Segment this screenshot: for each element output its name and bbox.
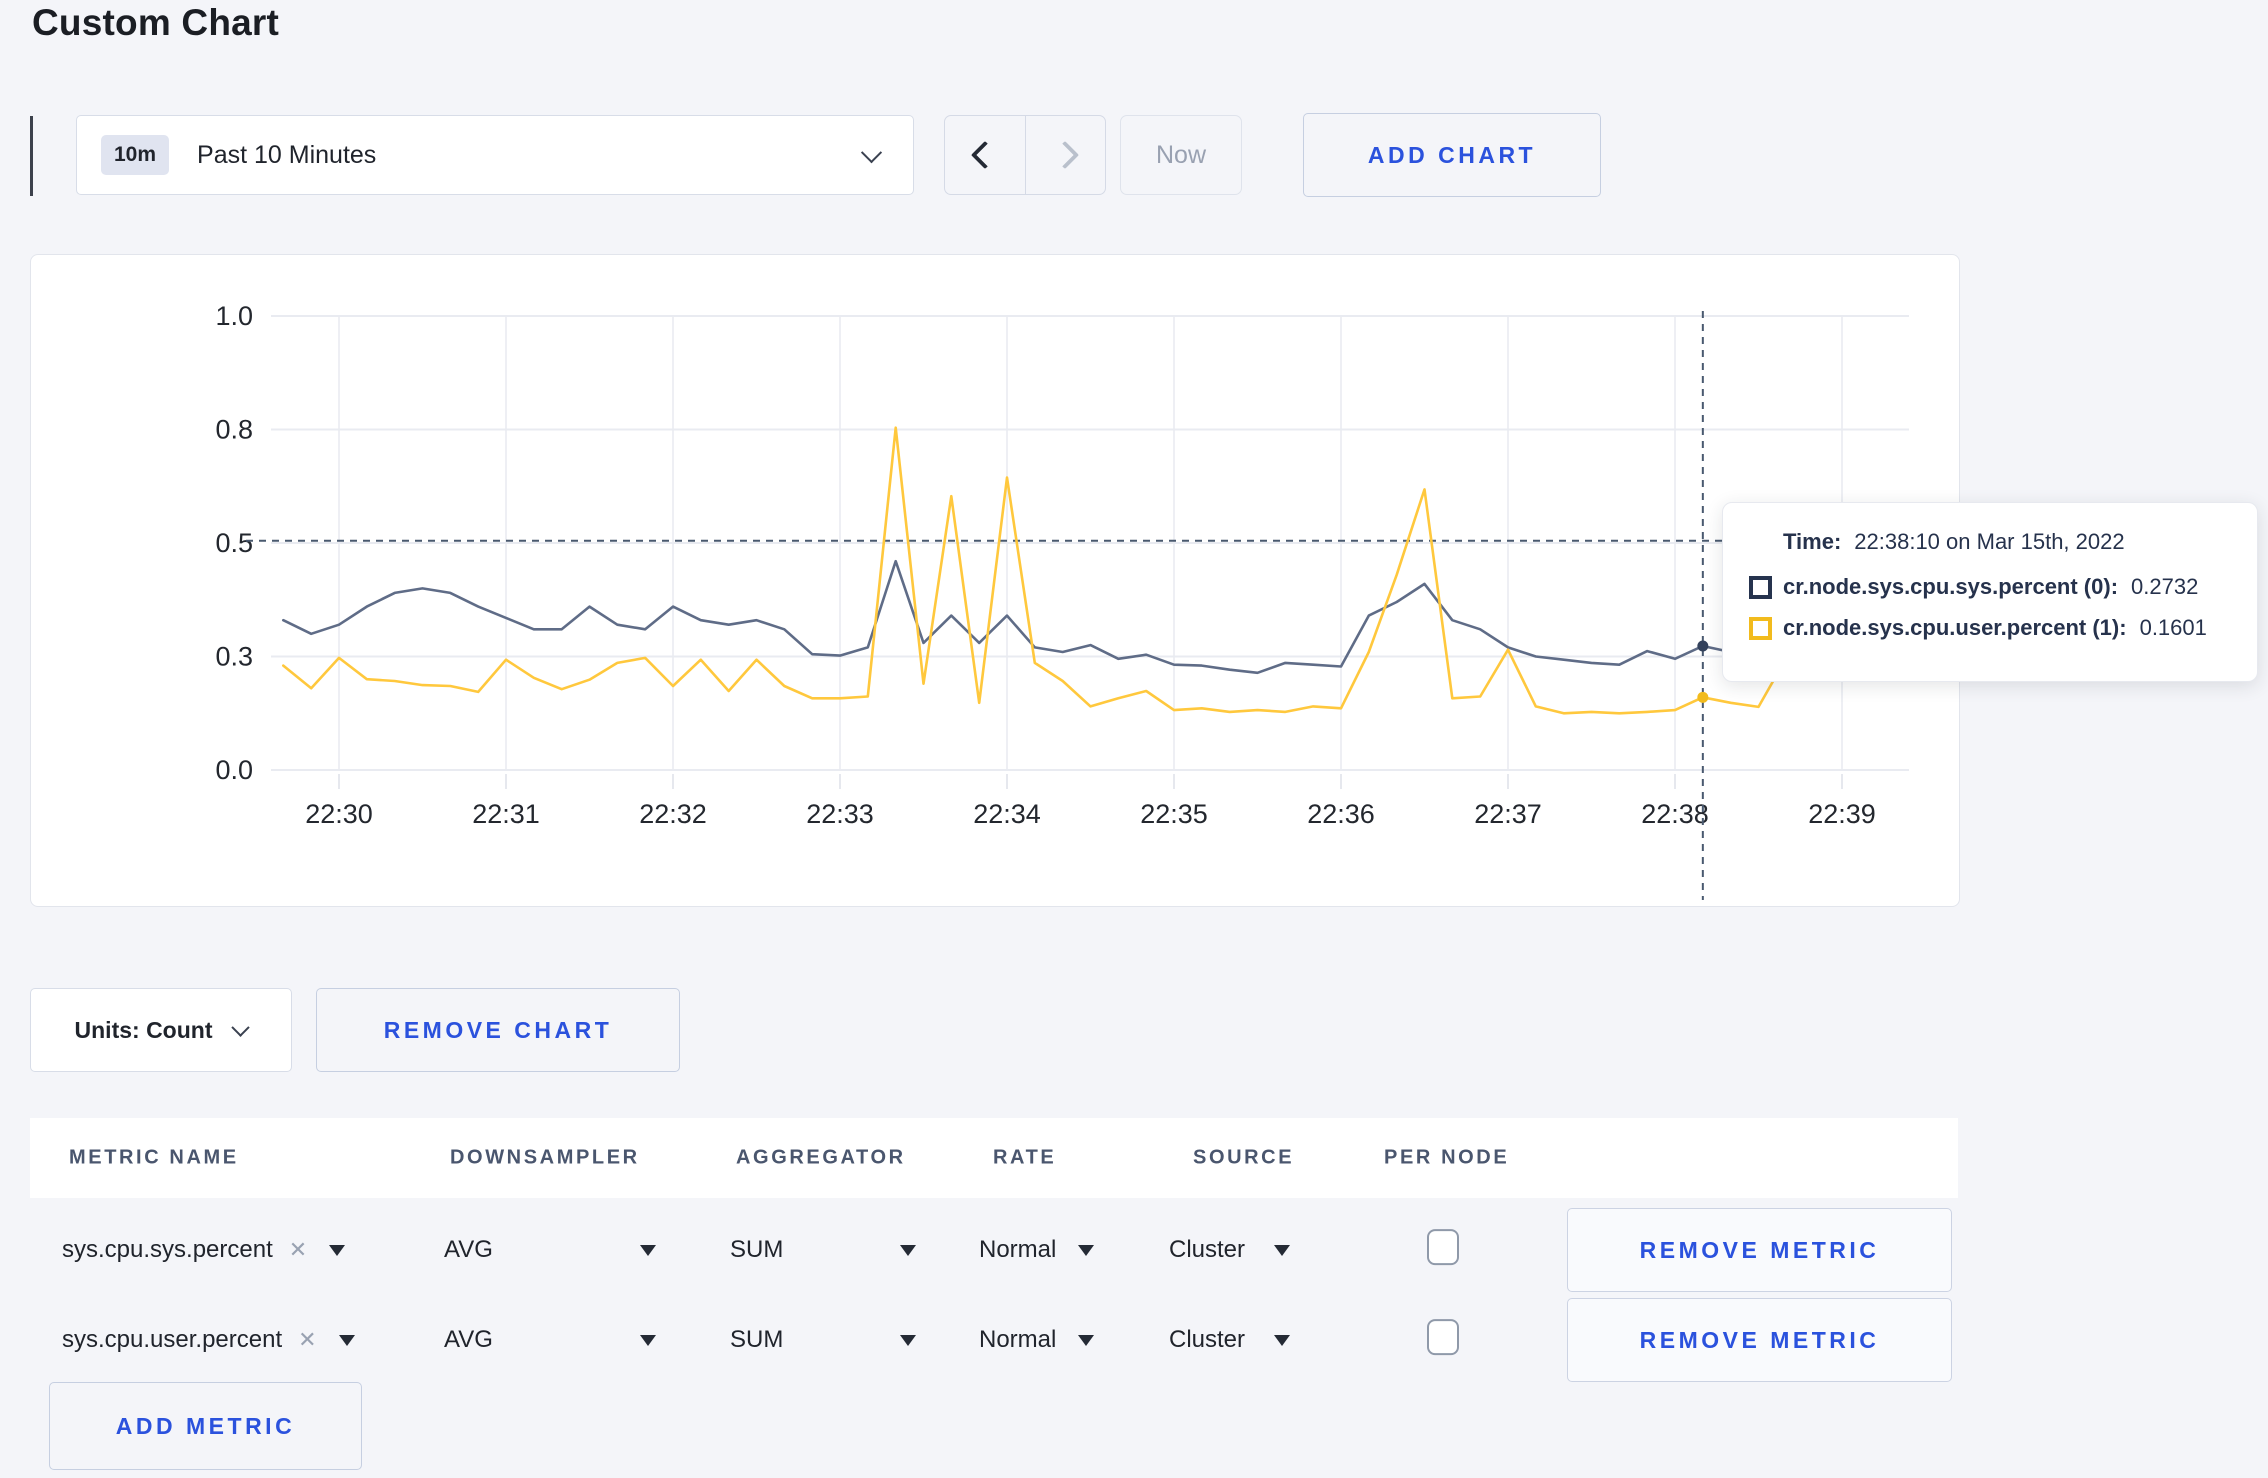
toolbar-divider [30,116,33,196]
downsampler-select[interactable]: AVG [444,1236,656,1264]
aggregator-select[interactable]: SUM [730,1236,916,1264]
metric-name-select[interactable]: sys.cpu.user.percent ✕ [62,1326,355,1354]
tooltip-series-row: cr.node.sys.cpu.user.percent (1): 0.1601 [1749,615,2237,641]
time-range-label: Past 10 Minutes [197,140,377,169]
clear-metric-x-icon[interactable]: ✕ [298,1327,316,1353]
downsampler-select[interactable]: AVG [444,1326,656,1354]
units-dropdown[interactable]: Units: Count [30,988,292,1072]
y-axis-tick-label: 1.0 [215,301,253,331]
tooltip-time-row: Time: 22:38:10 on Mar 15th, 2022 [1783,529,2237,555]
y-axis-tick-label: 0.0 [215,755,253,785]
hover-point-sys [1697,640,1709,652]
remove-chart-button[interactable]: REMOVE CHART [316,988,680,1072]
x-axis-tick-label: 22:35 [1140,799,1208,829]
caret-down-icon [640,1244,656,1256]
chevron-down-icon [231,1017,251,1037]
custom-chart-page: Custom Chart 10m Past 10 Minutes Now ADD… [0,0,2268,1478]
col-header-metric-name: METRIC NAME [69,1146,239,1169]
tooltip-time-value: 22:38:10 on Mar 15th, 2022 [1854,529,2125,554]
page-title: Custom Chart [32,2,280,43]
per-node-checkbox[interactable] [1427,1319,1459,1356]
per-node-checkbox[interactable] [1427,1229,1459,1266]
tooltip-series-user-label: cr.node.sys.cpu.user.percent (1): [1783,615,2127,640]
x-axis-tick-label: 22:31 [472,799,540,829]
time-range-badge: 10m [101,135,170,175]
hover-point-user [1697,691,1709,703]
downsampler-value: AVG [444,1326,493,1353]
caret-down-icon [1274,1244,1290,1256]
metric-row: sys.cpu.sys.percent ✕ AVG SUM Normal Clu… [30,1205,1958,1295]
caret-down-icon [1078,1334,1094,1346]
units-label: Units: Count [74,1016,213,1043]
col-header-source: SOURCE [1193,1146,1295,1169]
chart-grid: 0.0 0.3 0.5 0.8 1.0 22:30 22:31 22:32 22:33 22:34… [215,301,1909,829]
caret-down-icon [640,1334,656,1346]
now-button[interactable]: Now [1120,115,1242,195]
x-axis-tick-label: 22:37 [1474,799,1542,829]
source-select[interactable]: Cluster [1169,1236,1290,1264]
chevron-right-icon [1051,140,1080,170]
source-select[interactable]: Cluster [1169,1326,1290,1354]
add-metric-button[interactable]: ADD METRIC [49,1382,362,1470]
source-value: Cluster [1169,1326,1246,1353]
col-header-aggregator: AGGREGATOR [736,1146,906,1169]
aggregator-select[interactable]: SUM [730,1326,916,1354]
rate-select[interactable]: Normal [979,1326,1094,1354]
timeseries-chart[interactable]: 0.0 0.3 0.5 0.8 1.0 22:30 22:31 22:32 22:33 22:34… [31,255,1959,906]
col-header-per-node: PER NODE [1384,1146,1510,1169]
tooltip-series-row: cr.node.sys.cpu.sys.percent (0): 0.2732 [1749,574,2237,600]
remove-metric-button[interactable]: REMOVE METRIC [1567,1208,1952,1292]
x-axis-tick-label: 22:38 [1641,799,1709,829]
caret-down-icon [1274,1334,1290,1346]
y-axis-tick-label: 0.8 [215,415,253,445]
tooltip-series-user-value: 0.1601 [2139,615,2207,640]
x-axis-tick-label: 22:34 [973,799,1041,829]
downsampler-value: AVG [444,1236,493,1263]
series-line-user [282,426,1872,715]
caret-down-icon[interactable] [338,1334,355,1346]
time-nav-group [944,115,1106,195]
y-axis-tick-label: 0.3 [215,642,253,672]
chart-card: 0.0 0.3 0.5 0.8 1.0 22:30 22:31 22:32 22:33 22:34… [30,254,1960,907]
metric-row: sys.cpu.user.percent ✕ AVG SUM Normal Cl… [30,1295,1958,1385]
rate-select[interactable]: Normal [979,1236,1094,1264]
metric-name-value: sys.cpu.user.percent [62,1326,283,1353]
aggregator-value: SUM [730,1236,784,1263]
series-sys-swatch-icon [1749,575,1772,599]
x-axis-tick-label: 22:33 [806,799,874,829]
caret-down-icon [1078,1244,1094,1256]
metric-name-select[interactable]: sys.cpu.sys.percent ✕ [62,1236,346,1264]
x-axis-tick-label: 22:32 [639,799,707,829]
chevron-left-icon [970,140,999,170]
chevron-down-icon [860,141,883,163]
col-header-rate: RATE [993,1146,1057,1169]
tooltip-series-sys-label: cr.node.sys.cpu.sys.percent (0): [1783,574,2119,599]
caret-down-icon[interactable] [329,1244,346,1256]
metrics-table-header: METRIC NAME DOWNSAMPLER AGGREGATOR RATE … [30,1118,1958,1198]
y-axis-tick-label: 0.5 [215,528,253,558]
tooltip-series-sys-value: 0.2732 [2131,574,2199,599]
clear-metric-x-icon[interactable]: ✕ [289,1237,307,1263]
prev-range-button[interactable] [945,116,1026,194]
aggregator-value: SUM [730,1326,784,1353]
x-axis-tick-label: 22:30 [305,799,373,829]
x-axis-tick-label: 22:36 [1307,799,1375,829]
time-range-dropdown[interactable]: 10m Past 10 Minutes [76,115,914,195]
caret-down-icon [900,1334,916,1346]
tooltip-time-label: Time: [1783,529,1842,554]
series-user-swatch-icon [1749,616,1772,640]
x-axis-tick-label: 22:39 [1808,799,1876,829]
next-range-button[interactable] [1026,116,1106,194]
add-chart-button[interactable]: ADD CHART [1303,113,1601,197]
source-value: Cluster [1169,1236,1246,1263]
chart-tooltip: Time: 22:38:10 on Mar 15th, 2022 cr.node… [1722,502,2258,682]
col-header-downsampler: DOWNSAMPLER [450,1146,640,1169]
rate-value: Normal [979,1326,1057,1353]
remove-metric-button[interactable]: REMOVE METRIC [1567,1298,1952,1382]
caret-down-icon [900,1244,916,1256]
metric-name-value: sys.cpu.sys.percent [62,1236,273,1263]
rate-value: Normal [979,1236,1057,1263]
